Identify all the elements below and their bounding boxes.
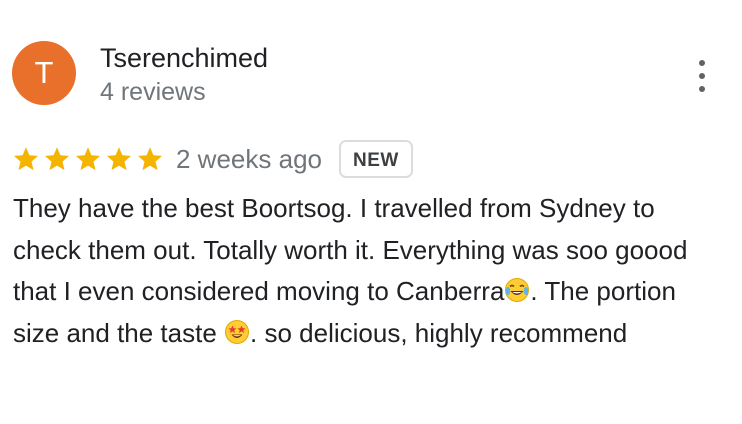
star-icon — [12, 145, 40, 173]
review-date: 2 weeks ago — [176, 144, 322, 174]
review-card: T Tserenchimed 4 reviews 2 weeks ago NEW… — [0, 0, 742, 424]
author-review-count[interactable]: 4 reviews — [100, 76, 206, 108]
review-text-part: . so delicious, highly recommend — [250, 317, 628, 348]
tears-of-joy-emoji-icon — [504, 277, 530, 303]
more-vert-icon[interactable] — [684, 58, 720, 94]
review-text: They have the best Boortsog. I travelled… — [13, 188, 723, 354]
star-icon — [136, 145, 164, 173]
star-icon — [43, 145, 71, 173]
new-badge: NEW — [338, 140, 413, 178]
star-icon — [74, 145, 102, 173]
avatar[interactable]: T — [12, 41, 76, 105]
star-struck-emoji-icon — [224, 319, 250, 345]
rating-row: 2 weeks ago NEW — [12, 140, 413, 178]
star-rating — [12, 145, 167, 173]
author-name[interactable]: Tserenchimed — [100, 41, 268, 75]
star-icon — [105, 145, 133, 173]
